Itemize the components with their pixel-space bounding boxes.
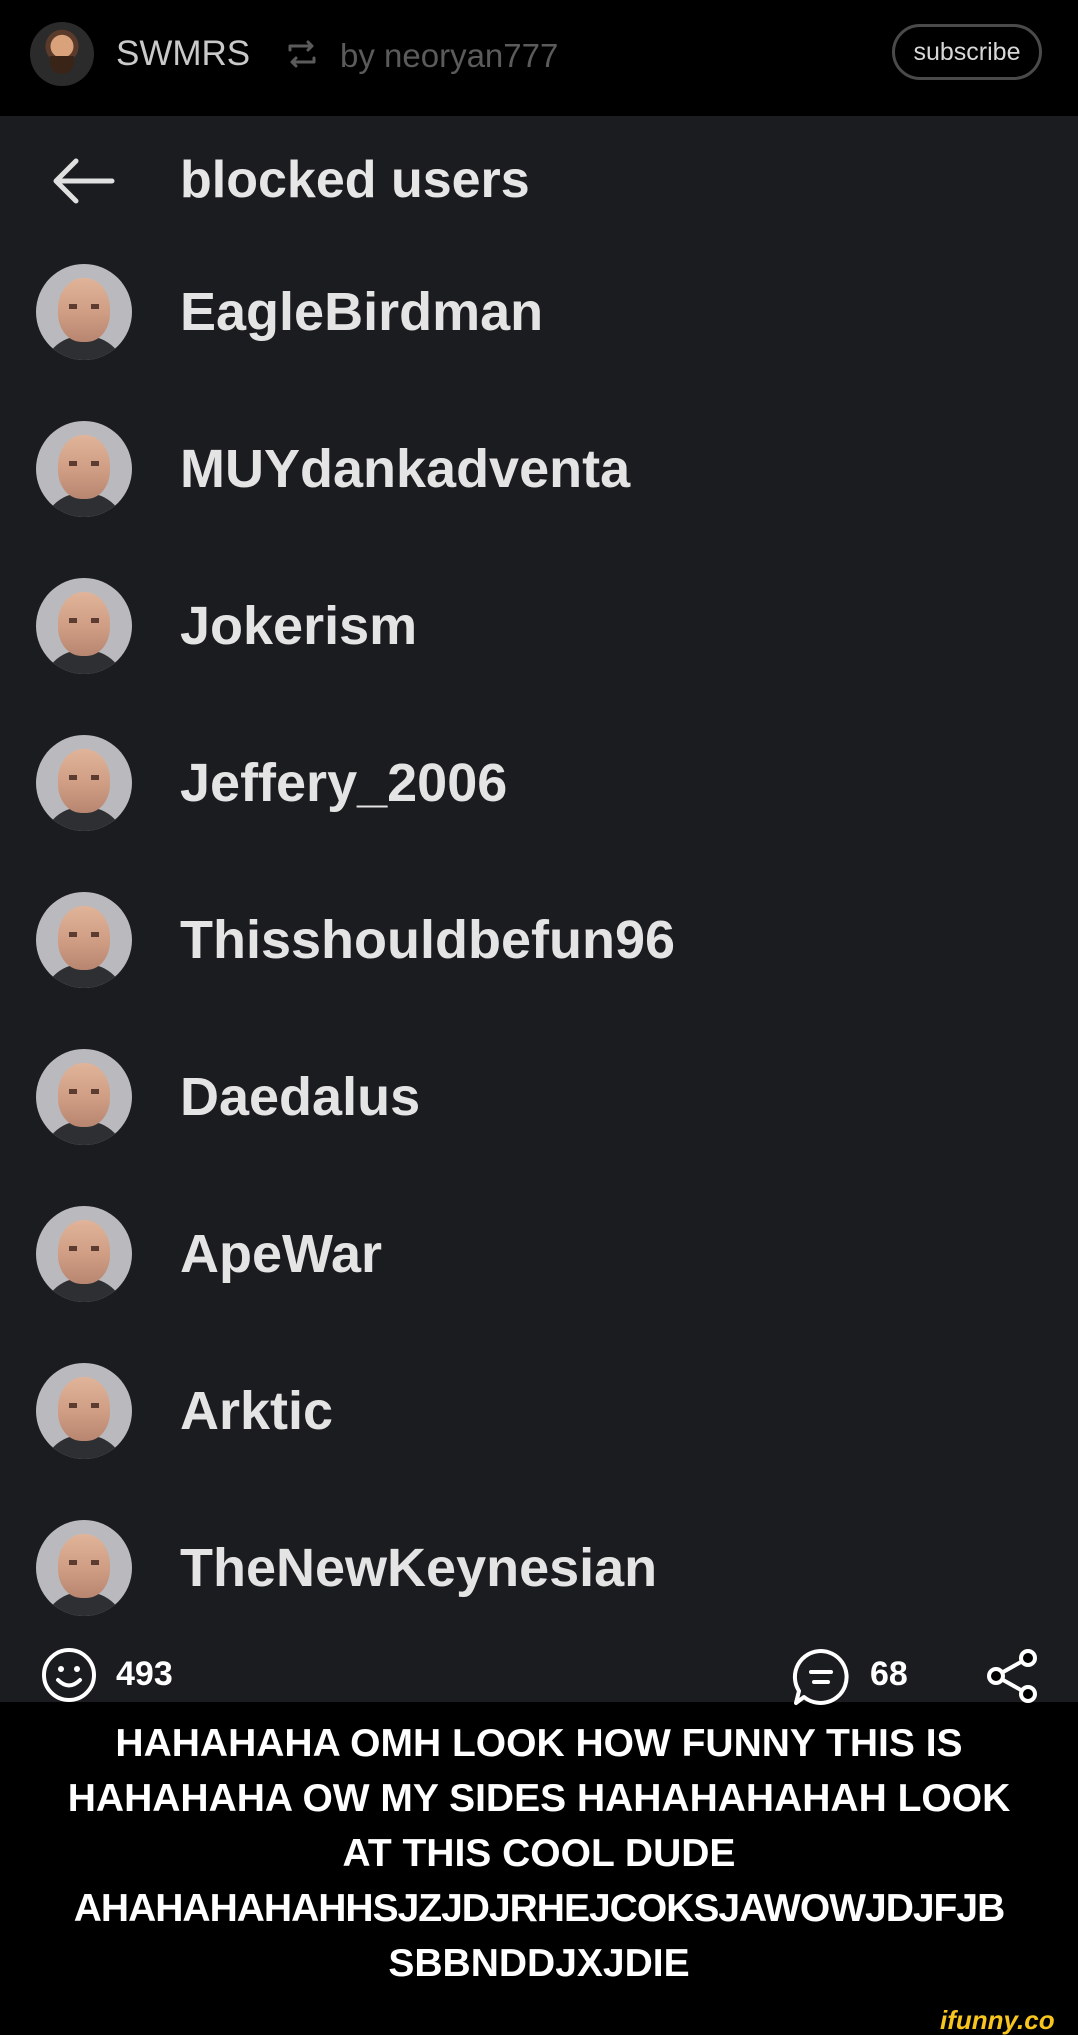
avatar-face bbox=[58, 1534, 110, 1598]
blocked-user-row[interactable]: TheNewKeynesian bbox=[0, 1500, 1078, 1630]
comment-icon[interactable] bbox=[790, 1646, 852, 1708]
post-caption: HAHAHAHA OMH LOOK HOW FUNNY THIS IS HAHA… bbox=[0, 1716, 1078, 1991]
avatar-eyes bbox=[69, 1560, 99, 1565]
blocked-user-name[interactable]: Thisshouldbefun96 bbox=[180, 908, 675, 972]
avatar-face bbox=[58, 1063, 110, 1127]
avatar-face bbox=[58, 749, 110, 813]
caption-line: HAHAHAHA OW MY SIDES HAHAHAHAHAH LOOK bbox=[67, 1777, 1011, 1820]
by-line[interactable]: by neoryan777 bbox=[340, 34, 558, 78]
avatar-eyes bbox=[69, 618, 99, 623]
blocked-user-name[interactable]: EagleBirdman bbox=[180, 280, 543, 344]
author-name[interactable]: SWMRS bbox=[116, 32, 250, 76]
user-avatar[interactable] bbox=[36, 892, 132, 988]
avatar-eyes bbox=[69, 461, 99, 466]
avatar-face bbox=[58, 1377, 110, 1441]
subscribe-button[interactable]: subscribe bbox=[892, 24, 1042, 80]
avatar-eyes bbox=[69, 1246, 99, 1251]
user-avatar[interactable] bbox=[36, 1206, 132, 1302]
blocked-user-name[interactable]: TheNewKeynesian bbox=[180, 1536, 657, 1600]
blocked-user-row[interactable]: Thisshouldbefun96 bbox=[0, 872, 1078, 1002]
blocked-user-row[interactable]: Daedalus bbox=[0, 1029, 1078, 1159]
caption-line: HAHAHAHA OMH LOOK HOW FUNNY THIS IS bbox=[115, 1722, 963, 1765]
blocked-user-name[interactable]: Daedalus bbox=[180, 1065, 420, 1129]
avatar-face bbox=[58, 435, 110, 499]
avatar-eyes bbox=[69, 1089, 99, 1094]
blocked-user-row[interactable]: Arktic bbox=[0, 1343, 1078, 1473]
back-arrow-icon bbox=[53, 158, 115, 204]
user-avatar[interactable] bbox=[36, 1520, 132, 1616]
user-avatar[interactable] bbox=[36, 264, 132, 360]
smile-icon[interactable] bbox=[40, 1646, 98, 1704]
comment-count: 68 bbox=[870, 1655, 908, 1693]
avatar-eyes bbox=[69, 932, 99, 937]
blocked-user-row[interactable]: Jeffery_2006 bbox=[0, 715, 1078, 845]
avatar-eyes bbox=[69, 775, 99, 780]
share-icon[interactable] bbox=[982, 1646, 1042, 1706]
user-avatar[interactable] bbox=[36, 1363, 132, 1459]
blocked-user-row[interactable]: MUYdankadventa bbox=[0, 401, 1078, 531]
ifunny-watermark: ifunny.co bbox=[940, 2005, 1055, 2035]
page-title: blocked users bbox=[180, 151, 530, 209]
blocked-user-row[interactable]: EagleBirdman bbox=[0, 244, 1078, 374]
caption-line: AT THIS COOL DUDE bbox=[342, 1832, 736, 1875]
caption-line: AHAHAHAHAHHSJZJDJRHEJCOKSJAWOWJDJFJB bbox=[73, 1887, 1005, 1930]
avatar-eyes bbox=[69, 304, 99, 309]
smile-count: 493 bbox=[116, 1655, 173, 1693]
user-avatar[interactable] bbox=[36, 1049, 132, 1145]
blocked-user-name[interactable]: Jeffery_2006 bbox=[180, 751, 507, 815]
caption-line: SBBNDDJXJDIE bbox=[388, 1942, 690, 1985]
blocked-users-screenshot: blocked users EagleBirdman MUYdankadventa… bbox=[0, 116, 1078, 1702]
blocked-user-row[interactable]: ApeWar bbox=[0, 1186, 1078, 1316]
avatar-face bbox=[58, 906, 110, 970]
repost-icon bbox=[288, 40, 316, 68]
avatar-face bbox=[58, 278, 110, 342]
user-avatar[interactable] bbox=[36, 735, 132, 831]
post-header: SWMRS by neoryan777 subscribe bbox=[0, 0, 1078, 116]
avatar-eyes bbox=[69, 1403, 99, 1408]
user-avatar[interactable] bbox=[36, 578, 132, 674]
author-avatar[interactable] bbox=[30, 22, 94, 86]
avatar-face bbox=[58, 592, 110, 656]
blocked-user-name[interactable]: Jokerism bbox=[180, 594, 417, 658]
blocked-user-name[interactable]: Arktic bbox=[180, 1379, 333, 1443]
user-avatar[interactable] bbox=[36, 421, 132, 517]
blocked-user-name[interactable]: MUYdankadventa bbox=[180, 437, 630, 501]
blocked-user-row[interactable]: Jokerism bbox=[0, 558, 1078, 688]
blocked-user-name[interactable]: ApeWar bbox=[180, 1222, 382, 1286]
avatar-beard bbox=[50, 56, 74, 74]
avatar-face bbox=[58, 1220, 110, 1284]
